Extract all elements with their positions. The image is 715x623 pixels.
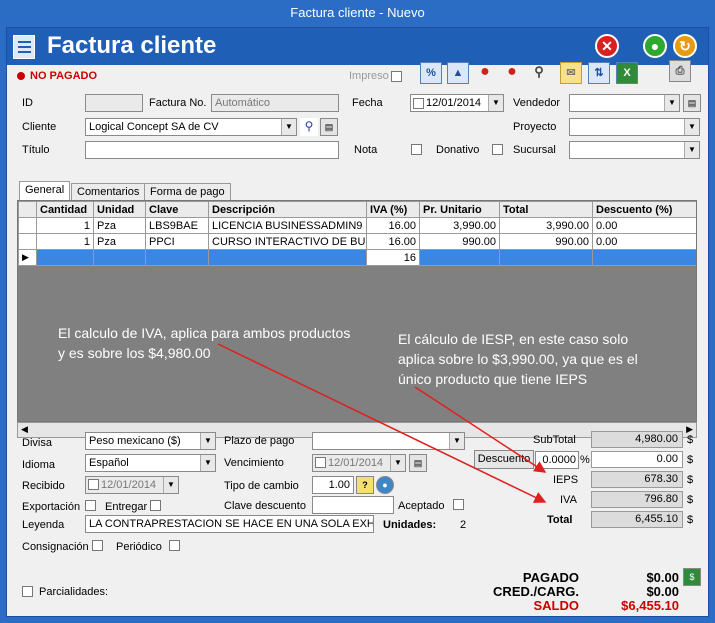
ieps-arrow bbox=[414, 386, 547, 473]
annotation-arrows bbox=[217, 343, 547, 503]
iva-arrow bbox=[217, 343, 547, 503]
